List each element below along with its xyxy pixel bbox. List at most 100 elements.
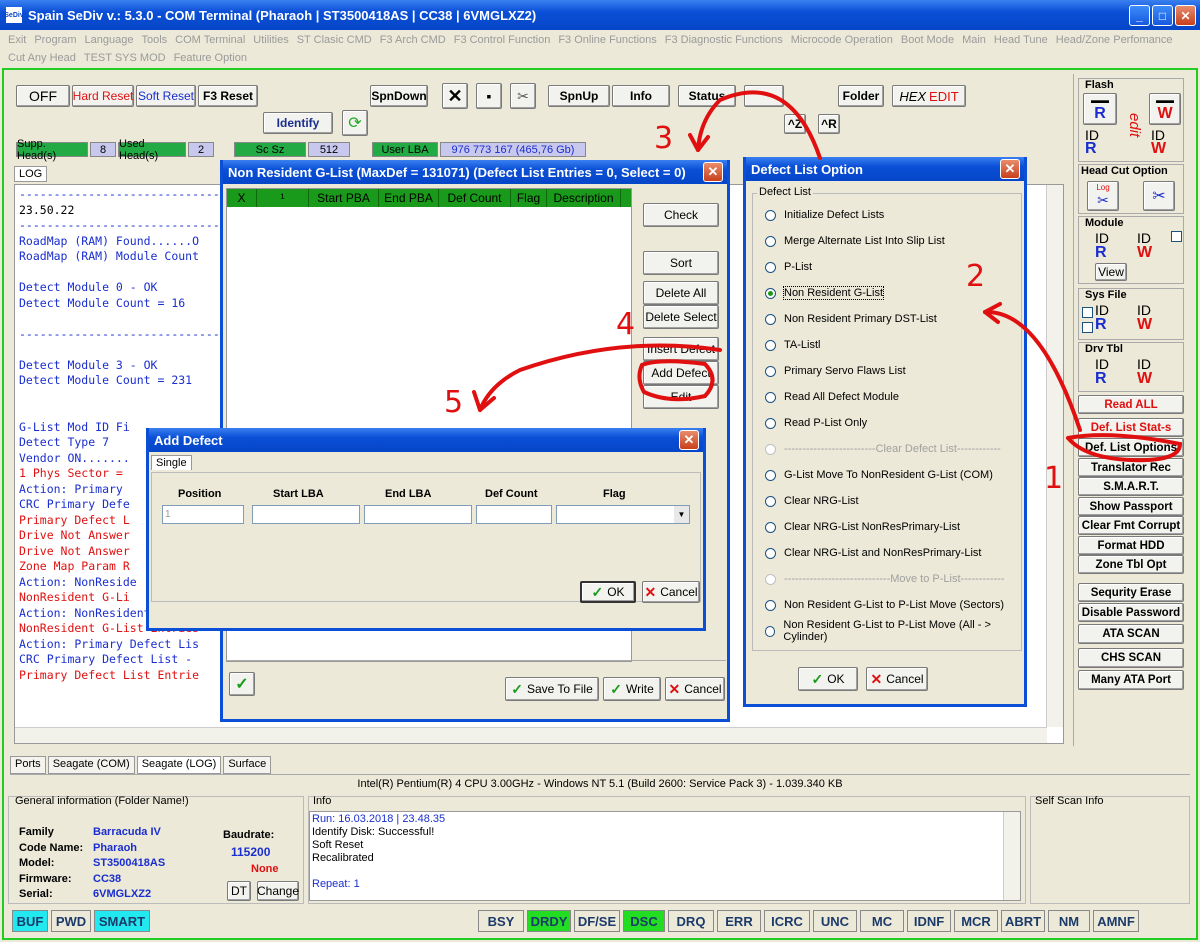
edit-button[interactable]: Edit [643, 385, 719, 409]
bottom-tab[interactable]: Surface [223, 756, 272, 774]
menu-item[interactable]: Feature Option [174, 49, 247, 67]
end-lba-input[interactable] [364, 505, 472, 524]
defect-option[interactable]: Clear NRG-List NonResPrimary-List [753, 514, 1021, 540]
glist-cancel-button[interactable]: ✕ Cancel [665, 677, 725, 701]
menu-item[interactable]: F3 Diagnostic Functions [665, 31, 783, 49]
status-button[interactable]: Status [678, 85, 736, 107]
radio-icon[interactable] [765, 469, 776, 481]
sys-file-checkbox-2[interactable] [1082, 322, 1093, 333]
sequrity-erase-button[interactable]: Sequrity Erase [1078, 583, 1184, 602]
sys-file-id-w-button[interactable]: ID W [1137, 303, 1152, 333]
smart-button[interactable]: S.M.A.R.T. [1078, 477, 1184, 496]
log-horizontal-scrollbar[interactable] [15, 727, 1047, 743]
module-id-r-button[interactable]: ID R [1095, 231, 1109, 261]
module-id-w-button[interactable]: ID W [1137, 231, 1152, 261]
radio-icon[interactable] [765, 599, 776, 611]
sort-button[interactable]: Sort [643, 251, 719, 275]
menu-item[interactable]: COM Terminal [175, 31, 245, 49]
dt-button[interactable]: DT [227, 881, 251, 901]
glist-column-header[interactable]: X [227, 189, 257, 207]
defect-option[interactable]: Read All Defect Module [753, 384, 1021, 410]
head-cut-log-button[interactable]: Log ✂ [1087, 181, 1119, 211]
info-scrollbar[interactable] [1003, 812, 1020, 900]
bottom-tab[interactable]: Seagate (LOG) [136, 756, 222, 774]
defect-option[interactable]: TA-Listl [753, 332, 1021, 358]
spndown-button[interactable]: SpnDown [370, 85, 428, 107]
save-disk-icon[interactable]: ▪ [476, 83, 502, 109]
log-tab[interactable]: LOG [14, 166, 48, 182]
radio-icon[interactable] [765, 625, 776, 637]
defect-close-icon[interactable]: ✕ [1000, 159, 1020, 179]
radio-icon[interactable] [765, 495, 776, 507]
radio-icon[interactable] [765, 313, 776, 325]
show-passport-button[interactable]: Show Passport [1078, 497, 1184, 516]
read-all-button[interactable]: Read ALL [1078, 395, 1184, 414]
zone-tbl-opt-button[interactable]: Zone Tbl Opt [1078, 555, 1184, 574]
radio-icon[interactable] [765, 547, 776, 559]
id-r-button[interactable]: ID R [1085, 128, 1115, 159]
glist-column-header[interactable]: Def Count [439, 189, 511, 207]
sys-file-checkbox-1[interactable] [1082, 307, 1093, 318]
flash-write-button[interactable]: ▬▬ W [1149, 93, 1181, 125]
format-hdd-button[interactable]: Format HDD [1078, 536, 1184, 555]
disable-password-button[interactable]: Disable Password [1078, 603, 1184, 622]
f3-reset-button[interactable]: F3 Reset [198, 85, 258, 107]
defect-option[interactable]: Non Resident G-List [753, 280, 1021, 306]
glist-close-icon[interactable]: ✕ [703, 162, 723, 182]
start-lba-input[interactable] [252, 505, 360, 524]
glist-column-header[interactable]: End PBA [379, 189, 439, 207]
off-button[interactable]: OFF [16, 85, 70, 107]
chs-scan-button[interactable]: CHS SCAN [1078, 648, 1184, 668]
add-defect-button[interactable]: Add Defect [643, 361, 719, 385]
menu-item[interactable]: Main [962, 31, 986, 49]
glist-column-header[interactable]: Flag [511, 189, 547, 207]
glist-column-header[interactable]: Start PBA [309, 189, 379, 207]
drv-tbl-id-r-button[interactable]: ID R [1095, 357, 1109, 387]
menu-item[interactable]: Head Tune [994, 31, 1048, 49]
defect-option[interactable]: -----------------------------Move to P-L… [753, 566, 1021, 592]
head-cut-scissors-icon[interactable]: ✂ [1143, 181, 1175, 211]
menu-item[interactable]: F3 Control Function [454, 31, 551, 49]
translator-rec-button[interactable]: Translator Rec [1078, 458, 1184, 477]
glist-column-header[interactable]: Description [547, 189, 621, 207]
info-button[interactable]: Info [612, 85, 670, 107]
id-w-button[interactable]: ID W [1151, 128, 1181, 159]
hard-reset-button[interactable]: Hard Reset [72, 85, 134, 107]
radio-icon[interactable] [765, 339, 776, 351]
insert-defect-button[interactable]: Insert Defect [643, 337, 719, 361]
add-defect-cancel-button[interactable]: ✕ Cancel [642, 581, 700, 603]
folder-button[interactable]: Folder [838, 85, 884, 107]
soft-reset-button[interactable]: Soft Reset [136, 85, 196, 107]
edit-vertical-label[interactable]: edit [1123, 95, 1143, 155]
radio-icon[interactable] [765, 521, 776, 533]
menu-item[interactable]: F3 Arch CMD [380, 31, 446, 49]
refresh-icon[interactable]: ⟳ [342, 110, 368, 136]
menu-item[interactable]: Language [85, 31, 134, 49]
clear-fmt-corrupt-button[interactable]: Clear Fmt Corrupt [1078, 516, 1184, 535]
log-vertical-scrollbar[interactable] [1046, 185, 1063, 727]
bottom-tab[interactable]: Ports [10, 756, 46, 774]
radio-icon[interactable] [765, 235, 776, 247]
menu-item[interactable]: Microcode Operation [791, 31, 893, 49]
glist-column-header[interactable]: ¹ [257, 189, 309, 207]
sys-file-id-r-button[interactable]: ID R [1095, 303, 1109, 333]
flag-select[interactable]: ▼ [556, 505, 690, 524]
menu-item[interactable]: Boot Mode [901, 31, 954, 49]
defect-ok-button[interactable]: ✓ OK [798, 667, 858, 691]
menu-item[interactable]: Utilities [253, 31, 288, 49]
hex-edit-button[interactable]: HEX EDIT [892, 85, 966, 107]
radio-icon[interactable] [765, 443, 776, 455]
defect-option[interactable]: Clear NRG-List [753, 488, 1021, 514]
maximize-button[interactable]: □ [1152, 5, 1173, 26]
defect-option[interactable]: Merge Alternate List Into Slip List [753, 228, 1021, 254]
menu-item[interactable]: Cut Any Head [8, 49, 76, 67]
menu-item[interactable]: Head/Zone Perfomance [1056, 31, 1173, 49]
defect-cancel-button[interactable]: ✕ Cancel [866, 667, 928, 691]
radio-icon[interactable] [765, 365, 776, 377]
flash-read-button[interactable]: ▬▬ R [1083, 93, 1117, 125]
menu-item[interactable]: TEST SYS MOD [84, 49, 166, 67]
ata-scan-button[interactable]: ATA SCAN [1078, 624, 1184, 644]
defect-option[interactable]: -------------------------Clear Defect Li… [753, 436, 1021, 462]
menu-item[interactable]: Program [34, 31, 76, 49]
radio-icon[interactable] [765, 417, 776, 429]
